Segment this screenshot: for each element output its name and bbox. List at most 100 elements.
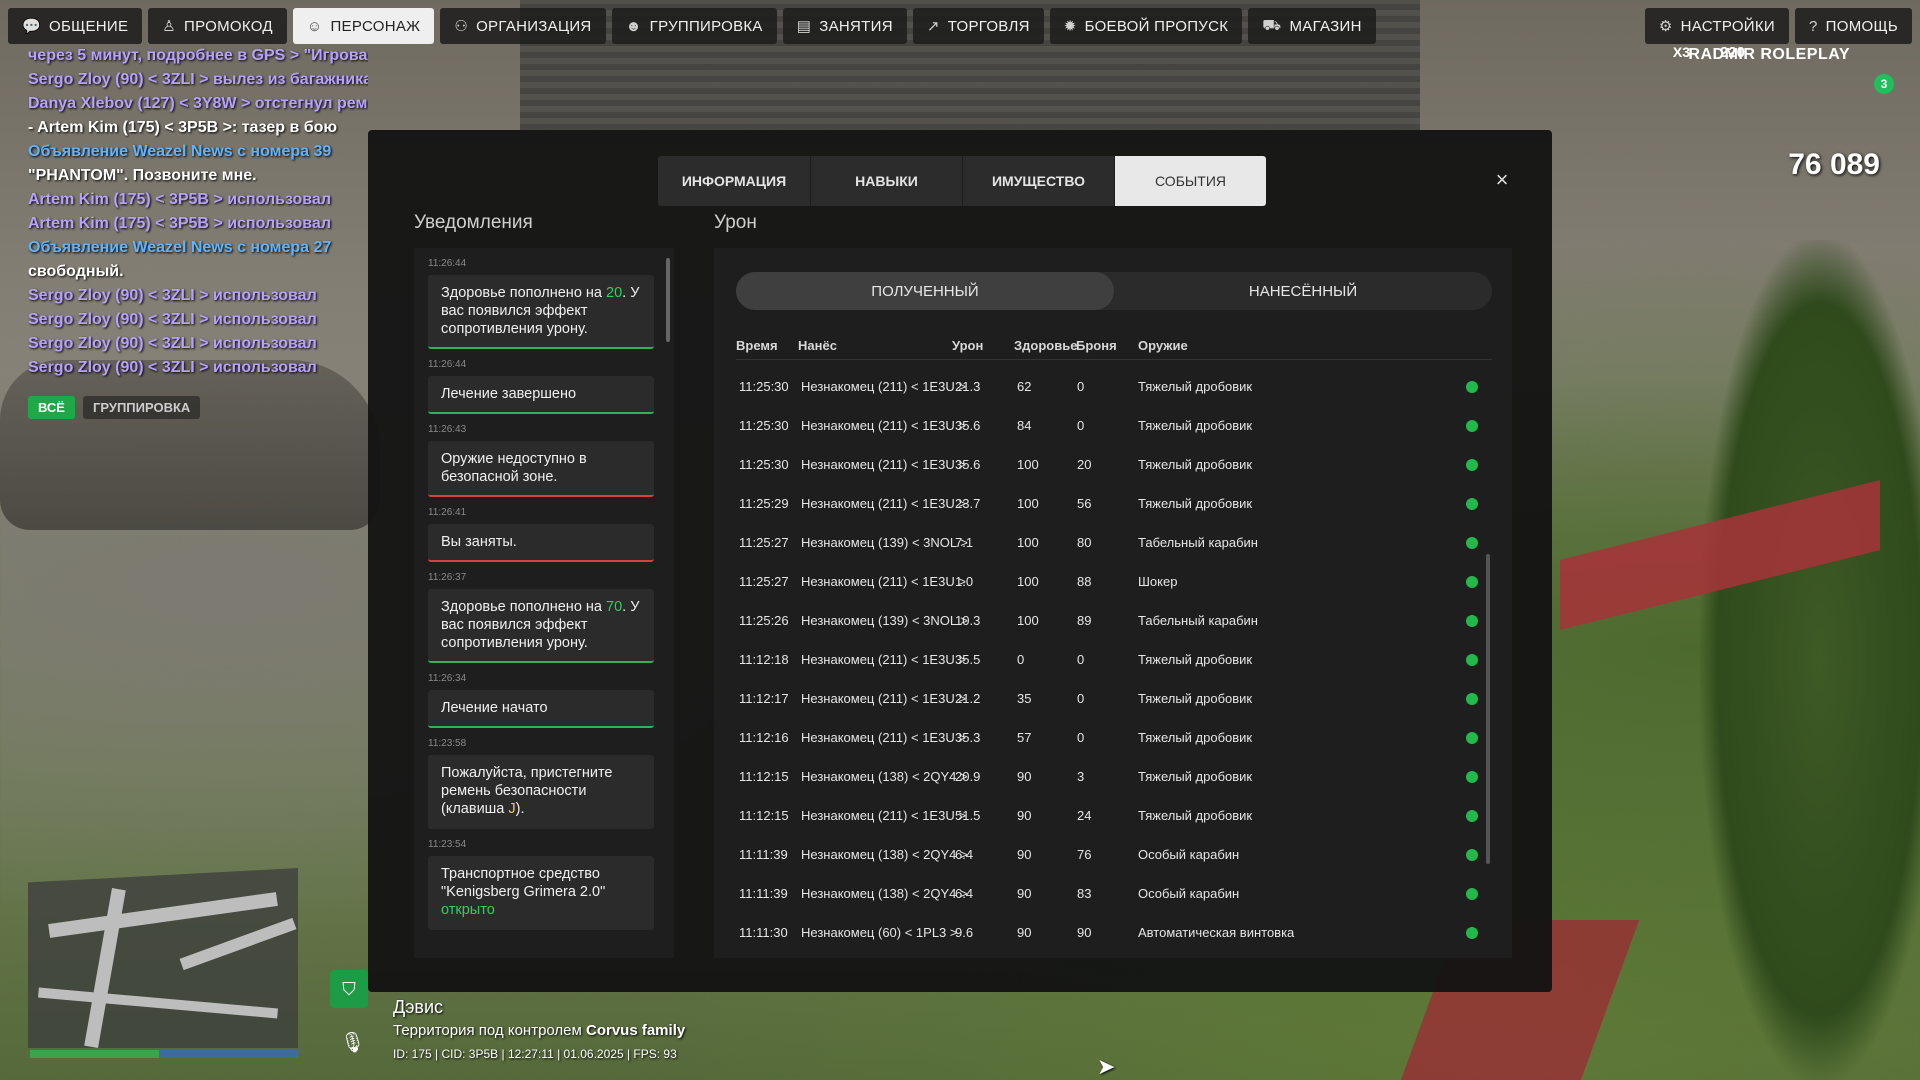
microphone-icon: 🎙 (340, 1032, 366, 1054)
notifications-title: Уведомления (414, 212, 533, 233)
tab-2[interactable]: ИМУЩЕСТВО (962, 156, 1114, 206)
notification-text: Пожалуйста, пристегните ремень безопасно… (441, 765, 613, 817)
table-cell-time: 11:25:27 (739, 574, 789, 589)
table-cell-weapon: Тяжелый дробовик (1138, 730, 1253, 745)
table-cell-damage: 35.6 (955, 457, 981, 472)
nav-item-label: НАСТРОЙКИ (1680, 17, 1776, 35)
table-cell-by: Незнакомец (211) < 1E3U > (801, 652, 966, 667)
table-cell-armor: 56 (1077, 496, 1092, 511)
table-cell-damage: 20.9 (955, 769, 981, 784)
status-dot-icon (1466, 576, 1478, 588)
minimap-road (38, 987, 278, 1019)
table-cell-by: Незнакомец (211) < 1E3U > (801, 691, 966, 706)
nav-item-left-1[interactable]: ♙ ПРОМОКОД (148, 8, 287, 44)
table-cell-by: Незнакомец (138) < 2QY4 > (801, 847, 968, 862)
background-car (0, 360, 380, 530)
damage-table-scrollbar[interactable] (1486, 554, 1490, 864)
chat-log: через 5 минут, подробнее в GPS > "Игрова… (28, 44, 368, 380)
nav-item-left-2[interactable]: ☺ ПЕРСОНАЖ (292, 8, 435, 44)
nav-item-right-1[interactable]: ? ПОМОЩЬ (1795, 8, 1912, 44)
health-fill (30, 1050, 159, 1058)
money-display: 76 089 (1788, 148, 1880, 181)
column-header: Здоровье (1014, 338, 1078, 353)
close-button[interactable]: × (1490, 167, 1514, 192)
location-name: Дэвис (393, 997, 443, 1017)
nav-item-left-0[interactable]: 💬 ОБЩЕНИЕ (8, 8, 143, 44)
nav-item-right-0[interactable]: ⚙ НАСТРОЙКИ (1644, 8, 1790, 44)
nav-item-label: ЗАНЯТИЯ (819, 17, 893, 35)
table-cell-armor: 20 (1077, 457, 1092, 472)
table-cell-by: Незнакомец (211) < 1E3U > (801, 379, 966, 394)
chat-tab[interactable]: ГРУППИРОВКА (82, 396, 201, 419)
minimap-road (84, 887, 126, 1048)
table-cell-by: Незнакомец (138) < 2QY4 > (801, 769, 968, 784)
table-cell-health: 84 (1017, 418, 1032, 433)
nav-item-left-7[interactable]: ✹ БОЕВОЙ ПРОПУСК (1049, 8, 1243, 44)
health-armor-bar (30, 1050, 298, 1058)
chart-icon: ↗ (926, 18, 940, 35)
nav-item-label: МАГАЗИН (1289, 17, 1362, 35)
table-cell-time: 11:12:17 (739, 691, 789, 706)
column-header: Нанёс (798, 338, 837, 353)
table-cell-time: 11:12:15 (739, 808, 789, 823)
table-cell-time: 11:11:39 (739, 886, 788, 901)
player-info: ID: 175 | CID: 3P5B | 12:27:11 | 01.06.2… (393, 1047, 677, 1061)
chat-tab[interactable]: ВСЁ (28, 396, 75, 419)
notification-text: Здоровье пополнено на (441, 599, 607, 615)
table-row: 11:11:39 Незнакомец (138) < 2QY4 >6.4 90 83… (736, 875, 1492, 914)
tab-1[interactable]: НАВЫКИ (810, 156, 962, 206)
chat-line: Объявление Weazel News с номера 27 (28, 239, 332, 256)
notification-highlight: 20 (606, 285, 623, 301)
nav-item-label: ПОМОЩЬ (1825, 17, 1898, 35)
chat-line: Sergo Zloy (90) < 3ZLI > использовал (28, 335, 317, 352)
armor-fill (158, 1050, 298, 1058)
notification-time: 11:23:54 (428, 839, 467, 850)
background-tree (1700, 240, 1920, 1080)
table-row: 11:12:15 Незнакомец (211) < 1E3U >51.5 90 2… (736, 797, 1492, 836)
mouse-cursor-icon: ➤ (1097, 1054, 1116, 1079)
subtab-0[interactable]: ПОЛУЧЕННЫЙ (736, 272, 1114, 310)
status-dot-icon (1466, 849, 1478, 861)
table-row: 11:12:15 Незнакомец (138) < 2QY4 >20.9 90 3… (736, 758, 1492, 797)
nav-item-label: ПРОМОКОД (184, 17, 273, 35)
table-cell-time: 11:25:30 (739, 379, 789, 394)
subtab-1[interactable]: НАНЕСЁННЫЙ (1114, 272, 1492, 310)
people-icon: ⚇ (454, 18, 469, 35)
chat-line: Sergo Zloy (90) < 3ZLI > использовал (28, 287, 317, 304)
table-cell-weapon: Автоматическая винтовка (1138, 925, 1295, 940)
table-cell-time: 11:25:27 (739, 535, 789, 550)
table-row: 11:25:27 Незнакомец (211) < 1E3U >1.0 100 8… (736, 563, 1492, 602)
table-cell-damage: 1.0 (955, 574, 974, 589)
table-cell-health: 0 (1017, 652, 1025, 667)
nav-item-left-3[interactable]: ⚇ ОРГАНИЗАЦИЯ (440, 8, 606, 44)
status-dot-icon (1466, 927, 1478, 939)
notification-card: Пожалуйста, пристегните ремень безопасно… (428, 755, 654, 829)
table-cell-time: 11:12:15 (739, 769, 789, 784)
table-cell-armor: 90 (1077, 925, 1092, 940)
table-cell-damage: 6.4 (955, 886, 974, 901)
table-cell-weapon: Шокер (1138, 574, 1178, 589)
chat-icon: 💬 (22, 18, 41, 35)
nav-item-left-5[interactable]: ▤ ЗАНЯТИЯ (782, 8, 907, 44)
minimap-road (48, 892, 278, 938)
damage-table-body: 11:25:30 Незнакомец (211) < 1E3U >21.3 62 0… (736, 368, 1492, 958)
table-cell-health: 100 (1017, 496, 1039, 511)
modal-tabs: ИНФОРМАЦИЯ НАВЫКИ ИМУЩЕСТВО СОБЫТИЯ (658, 156, 1266, 206)
notification-card: Вы заняты. (428, 524, 654, 562)
chat-line: Artem Kim (175) < 3P5B > использовал (28, 191, 331, 208)
tab-3[interactable]: СОБЫТИЯ (1114, 156, 1266, 206)
nav-item-left-4[interactable]: ☻ ГРУППИРОВКА (611, 8, 777, 44)
table-cell-by: Незнакомец (211) < 1E3U > (801, 574, 966, 589)
table-cell-damage: 6.4 (955, 847, 974, 862)
nav-item-left-6[interactable]: ↗ ТОРГОВЛЯ (912, 8, 1044, 44)
cart-icon: ⛟ (1262, 16, 1282, 34)
person-icon: ♙ (162, 18, 177, 35)
tab-0[interactable]: ИНФОРМАЦИЯ (658, 156, 810, 206)
table-cell-armor: 0 (1077, 691, 1085, 706)
table-cell-weapon: Табельный карабин (1138, 535, 1258, 550)
table-cell-health: 90 (1017, 769, 1032, 784)
notification-text: Оружие недоступно в безопасной зоне. (441, 451, 587, 485)
notifications-scrollbar[interactable] (666, 258, 670, 342)
notification-time: 11:23:58 (428, 738, 467, 749)
nav-item-left-8[interactable]: ⛟ МАГАЗИН (1248, 8, 1376, 44)
